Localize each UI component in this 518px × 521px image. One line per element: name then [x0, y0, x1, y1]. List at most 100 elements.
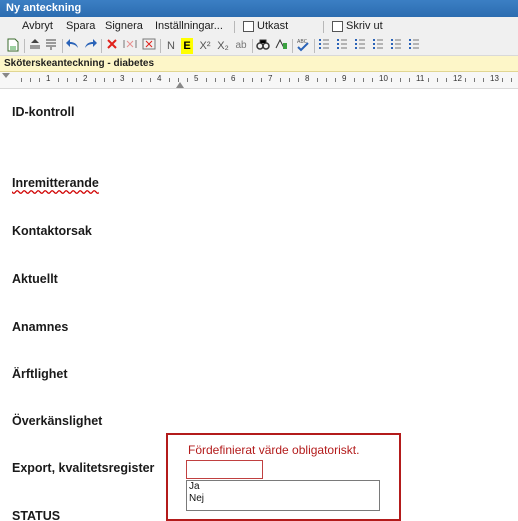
- ruler[interactable]: 1 2 3 4 5 6 7 8 9 10 11 12 13: [0, 72, 518, 89]
- heading-export-kvalitetsregister[interactable]: Export, kvalitetsregister: [12, 461, 154, 475]
- menu-separator: [234, 21, 235, 33]
- redo-icon[interactable]: [83, 38, 97, 54]
- print-label: Skriv ut: [346, 20, 383, 32]
- heading-status[interactable]: STATUS: [12, 509, 60, 521]
- option-ja[interactable]: Ja: [187, 481, 379, 493]
- draft-label: Utkast: [257, 20, 289, 32]
- emphasis-button[interactable]: E: [181, 38, 193, 54]
- find-icon[interactable]: [256, 38, 270, 54]
- ruler-tick: [391, 78, 392, 82]
- normal-text-button[interactable]: N: [165, 38, 177, 54]
- ruler-tick: [335, 78, 336, 82]
- new-document-icon[interactable]: [7, 38, 19, 54]
- ruler-tick: [113, 78, 114, 82]
- ruler-tick: [206, 78, 207, 82]
- ruler-tick: [511, 78, 512, 82]
- heading-id-kontroll[interactable]: ID-kontroll: [12, 105, 75, 119]
- toolbar-separator: [292, 39, 293, 53]
- toolbar-separator: [314, 39, 315, 53]
- ruler-tick: [400, 78, 401, 82]
- superscript-button[interactable]: X²: [198, 38, 212, 54]
- list-icon[interactable]: [408, 38, 420, 54]
- delete-block-icon[interactable]: [142, 38, 156, 54]
- menu-separator: [323, 21, 324, 33]
- ruler-number: 11: [416, 74, 425, 83]
- undo-icon[interactable]: [66, 38, 80, 54]
- value-options-list[interactable]: Ja Nej: [186, 480, 380, 511]
- ruler-tick: [243, 78, 244, 82]
- ruler-tick: [372, 78, 373, 82]
- heading-kontaktorsak[interactable]: Kontaktorsak: [12, 224, 92, 238]
- menu-item-spara[interactable]: Spara: [66, 17, 95, 36]
- ruler-number: 12: [453, 74, 462, 83]
- list-icon[interactable]: [318, 38, 330, 54]
- heading-inremitterande[interactable]: Inremitterande: [12, 176, 99, 190]
- ruler-tick: [95, 78, 96, 82]
- ruler-tick: [178, 78, 179, 82]
- ruler-number: 10: [379, 74, 388, 83]
- value-combobox[interactable]: [186, 460, 263, 479]
- ruler-tick: [104, 78, 105, 82]
- indent-marker-icon[interactable]: [2, 73, 10, 81]
- delete-field-icon[interactable]: [123, 38, 137, 54]
- toolbar-separator: [101, 39, 102, 53]
- toolbar-separator: [24, 39, 25, 53]
- heading-anamnes[interactable]: Anamnes: [12, 320, 68, 334]
- ruler-number: 4: [157, 74, 162, 83]
- ruler-tick: [428, 78, 429, 82]
- print-checkbox[interactable]: [332, 21, 343, 32]
- toolbar-separator: [252, 39, 253, 53]
- subscript-button[interactable]: X₂: [216, 38, 230, 54]
- heading-aktuellt[interactable]: Aktuellt: [12, 272, 58, 286]
- ruler-number: 3: [120, 74, 125, 83]
- toolbar-separator: [62, 39, 63, 53]
- ruler-tick: [58, 78, 59, 82]
- paragraph-icon[interactable]: [45, 38, 57, 54]
- list-icon[interactable]: [390, 38, 402, 54]
- ruler-tick: [354, 78, 355, 82]
- ruler-number: 8: [305, 74, 310, 83]
- ruler-tick: [187, 78, 188, 82]
- combobox-value: [187, 466, 189, 477]
- validation-message: Fördefinierat värde obligatoriskt.: [188, 443, 360, 457]
- ruler-number: 2: [83, 74, 88, 83]
- menu-item-signera[interactable]: Signera: [105, 17, 143, 36]
- ruler-tick: [21, 78, 22, 82]
- template-name-bar: Sköterskeanteckning - diabetes: [0, 56, 518, 72]
- ruler-number: 1: [46, 74, 51, 83]
- ruler-tick: [76, 78, 77, 82]
- align-center-icon[interactable]: [29, 38, 41, 54]
- draft-checkbox[interactable]: [243, 21, 254, 32]
- ruler-tick: [39, 78, 40, 82]
- ruler-tick: [150, 78, 151, 82]
- ruler-tick: [465, 78, 466, 82]
- ruler-tick: [437, 78, 438, 82]
- delete-icon[interactable]: [106, 38, 118, 54]
- ruler-tick: [317, 78, 318, 82]
- menu-item-installningar[interactable]: Inställningar...: [155, 17, 223, 36]
- ruler-tick: [363, 78, 364, 82]
- replace-icon[interactable]: [274, 38, 288, 54]
- strikethrough-button[interactable]: ab: [234, 38, 248, 54]
- ruler-tick: [30, 78, 31, 82]
- ruler-tick: [67, 78, 68, 82]
- menu-item-avbryt[interactable]: Avbryt: [22, 17, 53, 36]
- list-icon[interactable]: [372, 38, 384, 54]
- option-nej[interactable]: Nej: [187, 493, 379, 505]
- ruler-tick: [169, 78, 170, 82]
- ruler-number: 9: [342, 74, 347, 83]
- ruler-tick: [132, 78, 133, 82]
- list-icon[interactable]: [336, 38, 348, 54]
- ruler-tick: [280, 78, 281, 82]
- ruler-tick: [141, 78, 142, 82]
- list-icon[interactable]: [354, 38, 366, 54]
- menu-bar: Avbryt Spara Signera Inställningar... Ut…: [0, 17, 518, 36]
- ruler-tick: [326, 78, 327, 82]
- spellcheck-icon[interactable]: ABC: [296, 38, 310, 54]
- tab-stop-icon[interactable]: [176, 81, 184, 89]
- heading-arftlighet[interactable]: Ärftlighet: [12, 367, 68, 381]
- formatting-toolbar: N E X² X₂ ab ABC: [0, 36, 518, 56]
- heading-overkanslighet[interactable]: Överkänslighet: [12, 414, 102, 428]
- ruler-tick: [215, 78, 216, 82]
- ruler-tick: [252, 78, 253, 82]
